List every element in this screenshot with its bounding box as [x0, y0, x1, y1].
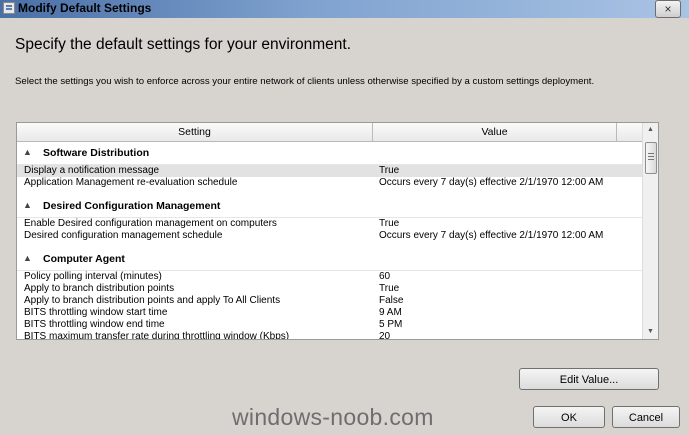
group-header[interactable]: ▲ Software Distribution [17, 142, 644, 165]
group-name: Computer Agent [43, 253, 125, 265]
grid-rows: ▲ Software Distribution Display a notifica… [17, 142, 644, 340]
page-heading: Specify the default settings for your en… [15, 36, 352, 53]
table-row[interactable]: Enable Desired configuration management … [17, 218, 644, 230]
cancel-button[interactable]: Cancel [612, 406, 680, 428]
collapse-chevron-icon[interactable]: ▲ [23, 253, 32, 263]
edit-value-button[interactable]: Edit Value... [519, 368, 659, 390]
setting-name: BITS maximum transfer rate during thrott… [24, 331, 290, 340]
table-row[interactable]: BITS throttling window start time 9 AM [17, 307, 644, 319]
setting-value: 20 [379, 331, 391, 340]
column-header-extra [617, 123, 644, 141]
setting-value: True [379, 165, 400, 176]
vertical-scrollbar[interactable]: ▲ ▼ [642, 123, 658, 339]
setting-name: Desired configuration management schedul… [24, 230, 223, 241]
table-row[interactable]: Policy polling interval (minutes) 60 [17, 271, 644, 283]
group-header[interactable]: ▲ Computer Agent [17, 248, 644, 271]
setting-name: Display a notification message [24, 165, 160, 176]
setting-value: False [379, 295, 404, 306]
table-row[interactable]: Desired configuration management schedul… [17, 230, 644, 242]
group-header[interactable]: ▲ Desired Configuration Management [17, 195, 644, 218]
setting-value: 60 [379, 271, 391, 282]
column-header-value[interactable]: Value [373, 123, 617, 141]
column-header-setting[interactable]: Setting [17, 123, 373, 141]
watermark: windows-noob.com [232, 404, 434, 430]
setting-value: True [379, 283, 400, 294]
scroll-down-icon[interactable]: ▼ [643, 325, 658, 339]
setting-value: Occurs every 7 day(s) effective 2/1/1970… [379, 177, 604, 188]
table-row[interactable]: BITS throttling window end time 5 PM [17, 319, 644, 331]
collapse-chevron-icon[interactable]: ▲ [23, 200, 32, 210]
ok-button[interactable]: OK [533, 406, 605, 428]
grid-header: Setting Value [17, 123, 644, 142]
settings-grid[interactable]: Setting Value ▲ Software Distribution Disp… [16, 122, 659, 340]
page-description: Select the settings you wish to enforce … [15, 76, 595, 87]
table-row[interactable]: BITS maximum transfer rate during thrott… [17, 331, 644, 340]
setting-name: BITS throttling window end time [24, 319, 165, 330]
group-name: Desired Configuration Management [43, 200, 221, 212]
window-title: Modify Default Settings [18, 1, 152, 15]
title-bar: Modify Default Settings [0, 0, 689, 18]
setting-name: BITS throttling window start time [24, 307, 168, 318]
table-row[interactable]: Apply to branch distribution points and … [17, 295, 644, 307]
scroll-up-icon[interactable]: ▲ [643, 123, 658, 137]
setting-value: Occurs every 7 day(s) effective 2/1/1970… [379, 230, 604, 241]
collapse-chevron-icon[interactable]: ▲ [23, 147, 32, 157]
setting-value: 5 PM [379, 319, 403, 330]
group-name: Software Distribution [43, 147, 150, 159]
setting-name: Enable Desired configuration management … [24, 218, 277, 229]
table-row[interactable]: Application Management re-evaluation sch… [17, 177, 644, 189]
setting-value: 9 AM [379, 307, 402, 318]
setting-name: Policy polling interval (minutes) [24, 271, 162, 282]
table-row[interactable]: Apply to branch distribution points True [17, 283, 644, 295]
table-row[interactable]: Display a notification message True [17, 165, 644, 177]
window-icon [3, 2, 15, 14]
scroll-thumb[interactable] [645, 142, 657, 174]
close-button[interactable]: × [655, 0, 681, 18]
setting-name: Apply to branch distribution points and … [24, 295, 281, 306]
setting-name: Apply to branch distribution points [24, 283, 175, 294]
setting-name: Application Management re-evaluation sch… [24, 177, 238, 188]
setting-value: True [379, 218, 400, 229]
